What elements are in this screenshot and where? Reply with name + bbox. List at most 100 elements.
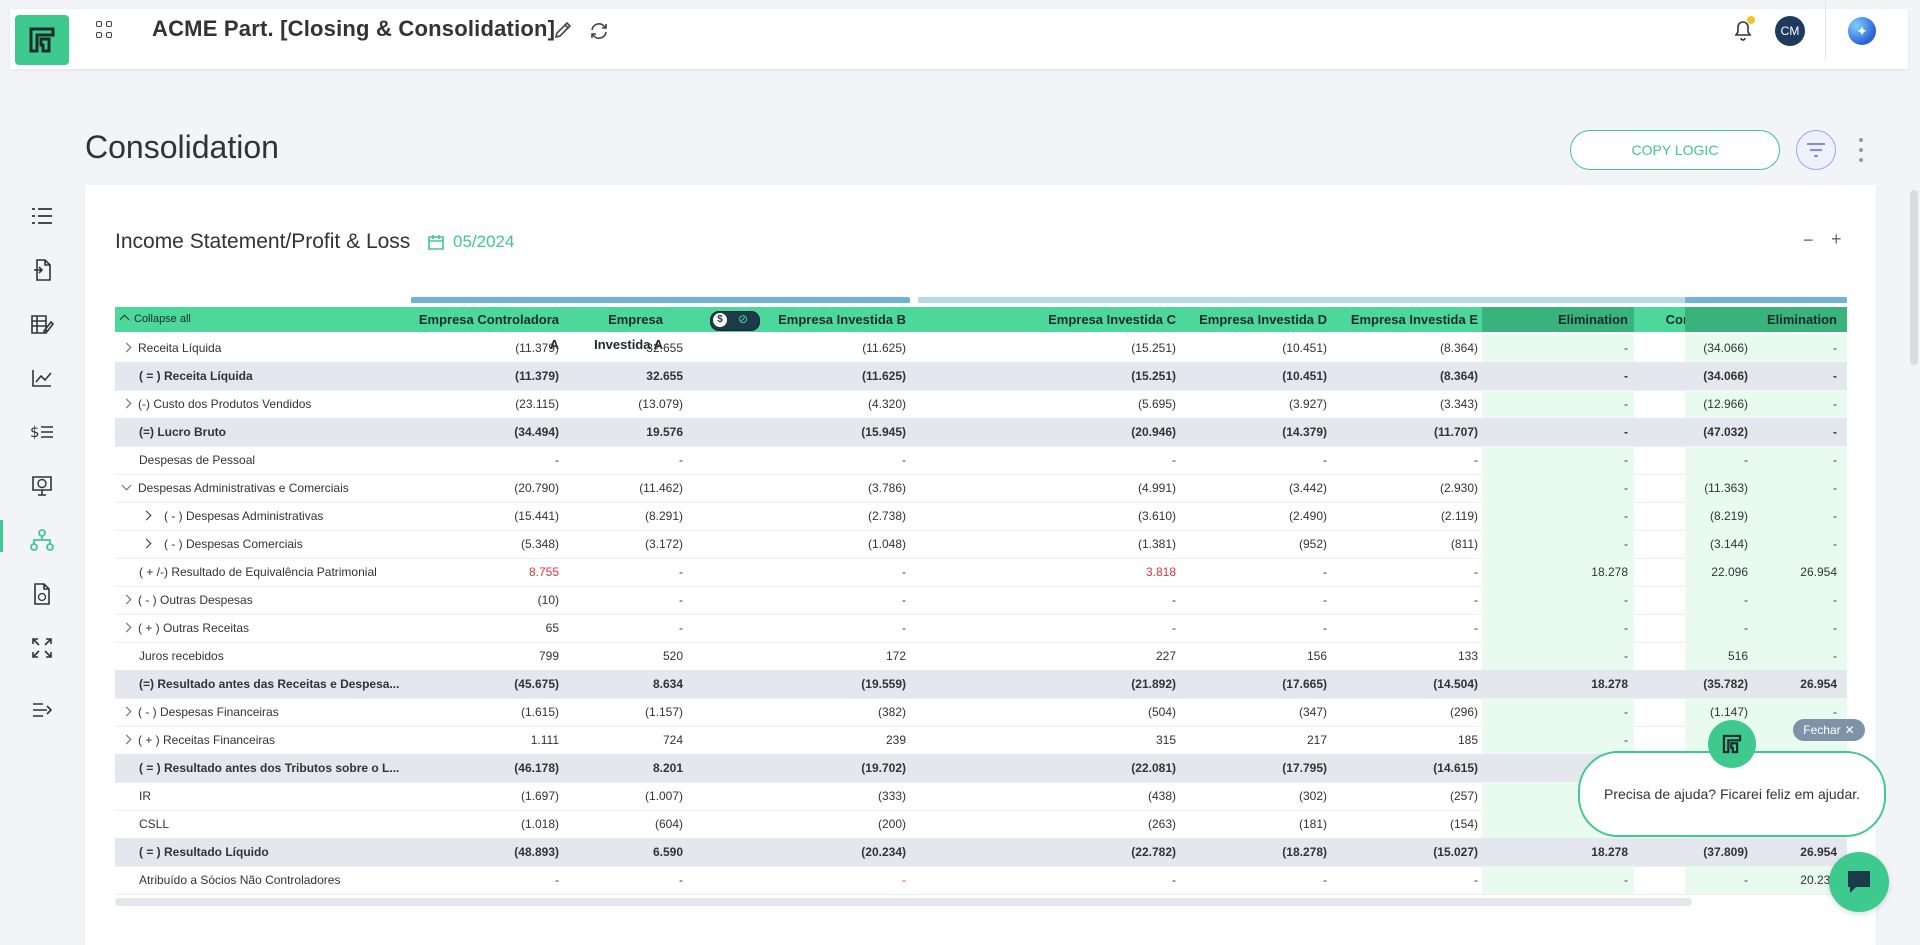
table-cell[interactable]: 227 xyxy=(918,642,1180,670)
table-cell[interactable]: - xyxy=(1482,502,1634,530)
table-cell[interactable]: - xyxy=(1180,586,1331,614)
chevron-right-icon[interactable] xyxy=(121,342,132,353)
table-cell[interactable]: (811) xyxy=(1331,530,1482,558)
table-cell[interactable]: (15.945) xyxy=(763,418,910,446)
table-cell[interactable]: (257) xyxy=(1331,782,1482,810)
column-header[interactable]: Empresa Investida A xyxy=(563,307,667,352)
table-cell[interactable]: - xyxy=(763,586,910,614)
table-cell[interactable]: - xyxy=(918,446,1180,474)
table-cell[interactable]: - xyxy=(563,866,687,894)
table-cell[interactable]: 65 xyxy=(411,614,563,642)
table-cell[interactable]: 8.634 xyxy=(563,670,687,698)
table-row[interactable]: (=) Resultado antes das Receitas e Despe… xyxy=(115,670,1847,699)
table-cell[interactable]: (15.027) xyxy=(1331,838,1482,866)
table-cell[interactable]: 520 xyxy=(563,642,687,670)
table-cell[interactable]: (34.494) xyxy=(411,418,563,446)
table-cell[interactable]: - xyxy=(1685,334,1847,362)
table-cell[interactable]: (1.157) xyxy=(563,698,687,726)
table-cell[interactable]: - xyxy=(1331,446,1482,474)
table-cell[interactable]: (8.291) xyxy=(563,502,687,530)
table-cell[interactable]: - xyxy=(563,614,687,642)
table-cell[interactable]: (15.251) xyxy=(918,334,1180,362)
column-header[interactable]: Elimination xyxy=(1482,307,1634,332)
table-cell[interactable]: (22.782) xyxy=(918,838,1180,866)
table-cell[interactable]: - xyxy=(1685,362,1847,390)
table-cell[interactable]: (19.702) xyxy=(763,754,910,782)
table-cell[interactable]: - xyxy=(918,586,1180,614)
table-cell[interactable]: - xyxy=(1685,418,1847,446)
table-cell[interactable]: (18.278) xyxy=(1180,838,1331,866)
table-cell[interactable]: (333) xyxy=(763,782,910,810)
table-cell[interactable]: - xyxy=(1685,614,1847,642)
table-cell[interactable]: - xyxy=(1482,586,1634,614)
table-cell[interactable]: - xyxy=(1482,698,1634,726)
table-cell[interactable]: - xyxy=(1180,446,1331,474)
hierarchy-icon[interactable] xyxy=(28,526,56,554)
more-options-icon[interactable] xyxy=(1856,138,1866,162)
table-cell[interactable]: (17.665) xyxy=(1180,670,1331,698)
table-cell[interactable]: (14.379) xyxy=(1180,418,1331,446)
table-cell[interactable]: - xyxy=(1331,586,1482,614)
table-row[interactable]: (=) Lucro Bruto (34.494) 19.576 (15.945) (20… xyxy=(115,418,1847,447)
report-file-icon[interactable] xyxy=(28,580,56,608)
table-cell[interactable]: 26.954 xyxy=(1685,558,1847,586)
table-row[interactable]: Receita Líquida (11.379) 32.655 (11.625) (15… xyxy=(115,334,1847,363)
table-cell[interactable]: - xyxy=(1685,586,1847,614)
table-cell[interactable]: (2.738) xyxy=(763,502,910,530)
table-row[interactable]: ( = ) Resultado Líquido (48.893) 6.590 (20.… xyxy=(115,838,1847,867)
table-cell[interactable]: 3.818 xyxy=(918,558,1180,586)
table-cell[interactable]: - xyxy=(563,586,687,614)
table-cell[interactable]: 133 xyxy=(1331,642,1482,670)
table-cell[interactable]: (1.018) xyxy=(411,810,563,838)
table-row[interactable]: ( - ) Despesas Financeiras (1.615) (1.157)… xyxy=(115,698,1847,727)
table-row[interactable]: ( - ) Despesas Administrativas (15.441) (8… xyxy=(115,502,1847,531)
table-cell[interactable]: (11.625) xyxy=(763,334,910,362)
table-cell[interactable]: (3.343) xyxy=(1331,390,1482,418)
table-cell[interactable]: - xyxy=(1331,614,1482,642)
vertical-scrollbar[interactable] xyxy=(1910,190,1918,365)
table-cell[interactable]: 18.278 xyxy=(1482,558,1634,586)
table-cell[interactable]: (2.930) xyxy=(1331,474,1482,502)
table-row[interactable]: Despesas Administrativas e Comerciais (20… xyxy=(115,474,1847,503)
table-cell[interactable]: - xyxy=(1482,446,1634,474)
chevron-right-icon[interactable] xyxy=(141,538,152,549)
table-cell[interactable]: - xyxy=(1685,390,1847,418)
table-cell[interactable]: - xyxy=(1685,530,1847,558)
table-cell[interactable]: - xyxy=(1331,558,1482,586)
table-cell[interactable]: - xyxy=(1482,726,1634,754)
table-cell[interactable]: - xyxy=(918,866,1180,894)
table-row[interactable]: Despesas de Pessoal - - - - - - - - - xyxy=(115,446,1847,475)
table-cell[interactable]: (20.790) xyxy=(411,474,563,502)
table-cell[interactable]: (3.442) xyxy=(1180,474,1331,502)
table-cell[interactable]: (952) xyxy=(1180,530,1331,558)
table-cell[interactable]: (154) xyxy=(1331,810,1482,838)
table-row[interactable]: Atribuído a Sócios Não Controladores - - - -… xyxy=(115,866,1847,895)
table-cell[interactable]: - xyxy=(1482,362,1634,390)
table-cell[interactable]: - xyxy=(918,614,1180,642)
table-cell[interactable]: (15.251) xyxy=(918,362,1180,390)
dollar-list-icon[interactable]: $ xyxy=(28,418,56,446)
table-cell[interactable]: (15.441) xyxy=(411,502,563,530)
horizontal-scrollbar[interactable] xyxy=(115,898,1692,906)
table-cell[interactable]: (347) xyxy=(1180,698,1331,726)
table-cell[interactable]: (20.946) xyxy=(918,418,1180,446)
table-cell[interactable]: - xyxy=(1180,558,1331,586)
currency-toggle[interactable]: $ ⊘ xyxy=(710,311,760,331)
table-cell[interactable]: - xyxy=(1685,502,1847,530)
close-chat-button[interactable]: Fechar ✕ xyxy=(1793,719,1865,741)
table-cell[interactable]: (10.451) xyxy=(1180,334,1331,362)
table-cell[interactable]: 8.201 xyxy=(563,754,687,782)
table-cell[interactable]: (2.119) xyxy=(1331,502,1482,530)
chevron-right-icon[interactable] xyxy=(121,734,132,745)
table-cell[interactable]: - xyxy=(1482,334,1634,362)
table-row[interactable]: (-) Custo dos Produtos Vendidos (23.115)(… xyxy=(115,390,1847,419)
table-cell[interactable]: - xyxy=(1685,446,1847,474)
expand-arrows-icon[interactable] xyxy=(28,634,56,662)
table-cell[interactable]: (181) xyxy=(1180,810,1331,838)
table-cell[interactable]: (22.081) xyxy=(918,754,1180,782)
table-cell[interactable]: (11.379) xyxy=(411,334,563,362)
table-cell[interactable]: 1.111 xyxy=(411,726,563,754)
table-row[interactable]: ( - ) Despesas Comerciais (5.348) (3.172) (… xyxy=(115,530,1847,559)
avatar[interactable]: CM xyxy=(1775,16,1805,46)
table-cell[interactable]: 18.278 xyxy=(1482,838,1634,866)
